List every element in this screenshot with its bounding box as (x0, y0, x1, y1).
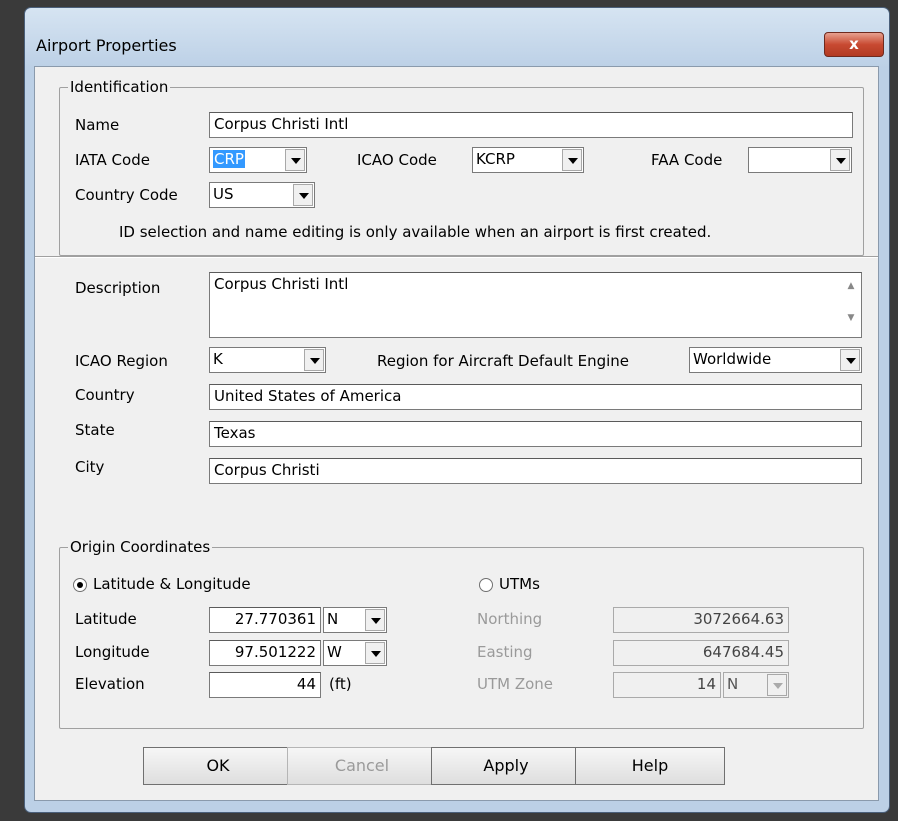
chevron-down-icon[interactable] (304, 349, 324, 371)
origin-coordinates-legend: Origin Coordinates (70, 538, 211, 556)
window-title: Airport Properties (36, 36, 177, 55)
ok-button[interactable]: OK (143, 747, 293, 785)
engine-region-value: Worldwide (693, 350, 772, 368)
latlon-radio-label[interactable]: Latitude & Longitude (93, 575, 251, 593)
chevron-down-icon[interactable] (830, 149, 850, 171)
help-button[interactable]: Help (575, 747, 725, 785)
country-code-label: Country Code (75, 186, 178, 204)
utm-radio[interactable] (479, 578, 493, 592)
engine-region-combo[interactable]: Worldwide (689, 347, 862, 373)
utm-zone-field: 14 (613, 672, 721, 698)
country-code-combo[interactable]: US (209, 182, 315, 208)
chevron-down-icon[interactable] (840, 349, 860, 371)
iata-code-combo[interactable]: CRP (209, 147, 307, 173)
utm-radio-label[interactable]: UTMs (499, 575, 540, 593)
scroll-down-icon[interactable]: ▼ (843, 313, 859, 329)
name-label: Name (75, 116, 120, 134)
identification-legend: Identification (70, 78, 169, 96)
state-field[interactable]: Texas (209, 421, 862, 447)
country-code-value: US (213, 185, 234, 203)
city-field[interactable]: Corpus Christi (209, 458, 862, 484)
utm-zone-label: UTM Zone (477, 675, 554, 693)
latitude-hemisphere-value: N (327, 610, 339, 628)
state-label: State (75, 421, 115, 439)
chevron-down-icon[interactable] (293, 184, 313, 206)
utm-zone-hemisphere-value: N (727, 675, 739, 693)
city-label: City (75, 458, 105, 476)
easting-label: Easting (477, 643, 533, 661)
latitude-field[interactable]: 27.770361 (209, 607, 321, 633)
easting-field: 647684.45 (613, 640, 789, 666)
country-field[interactable]: United States of America (209, 384, 862, 410)
chevron-down-icon (767, 674, 787, 696)
engine-region-label: Region for Aircraft Default Engine (377, 352, 630, 370)
iata-code-value: CRP (213, 150, 245, 168)
longitude-hemisphere-combo[interactable]: W (323, 640, 387, 666)
elevation-field[interactable]: 44 (209, 672, 321, 698)
elevation-unit: (ft) (329, 675, 352, 693)
description-value: Corpus Christi Intl (214, 275, 349, 293)
separator (35, 256, 878, 258)
scroll-up-icon[interactable]: ▲ (843, 281, 859, 297)
description-label: Description (75, 279, 161, 297)
chevron-down-icon[interactable] (365, 642, 385, 664)
dialog-client-area: Identification Name Corpus Christi Intl … (34, 66, 879, 801)
icao-region-combo[interactable]: K (209, 347, 326, 373)
origin-coordinates-group: Origin Coordinates (59, 538, 864, 729)
apply-button[interactable]: Apply (431, 747, 581, 785)
elevation-label: Elevation (75, 675, 145, 693)
utm-zone-hemisphere-combo: N (723, 672, 789, 698)
latitude-label: Latitude (75, 610, 137, 628)
northing-label: Northing (477, 610, 543, 628)
close-button[interactable]: x (824, 32, 884, 57)
icao-code-label: ICAO Code (357, 151, 437, 169)
longitude-hemisphere-value: W (327, 643, 342, 661)
chevron-down-icon[interactable] (562, 149, 582, 171)
country-label: Country (75, 386, 135, 404)
icao-code-combo[interactable]: KCRP (472, 147, 584, 173)
iata-code-label: IATA Code (75, 151, 150, 169)
longitude-field[interactable]: 97.501222 (209, 640, 321, 666)
description-field[interactable]: Corpus Christi Intl ▲ ▼ (209, 272, 862, 338)
cancel-button: Cancel (287, 747, 437, 785)
id-editing-note: ID selection and name editing is only av… (119, 223, 712, 241)
chevron-down-icon[interactable] (365, 609, 385, 631)
icao-code-value: KCRP (476, 150, 515, 168)
name-field[interactable]: Corpus Christi Intl (209, 112, 853, 138)
faa-code-combo[interactable] (748, 147, 852, 173)
longitude-label: Longitude (75, 643, 150, 661)
chevron-down-icon[interactable] (285, 149, 305, 171)
faa-code-label: FAA Code (651, 151, 723, 169)
icao-region-label: ICAO Region (75, 352, 168, 370)
icao-region-value: K (213, 350, 223, 368)
close-icon: x (849, 35, 859, 53)
latlon-radio[interactable] (73, 578, 87, 592)
northing-field: 3072664.63 (613, 607, 789, 633)
latitude-hemisphere-combo[interactable]: N (323, 607, 387, 633)
